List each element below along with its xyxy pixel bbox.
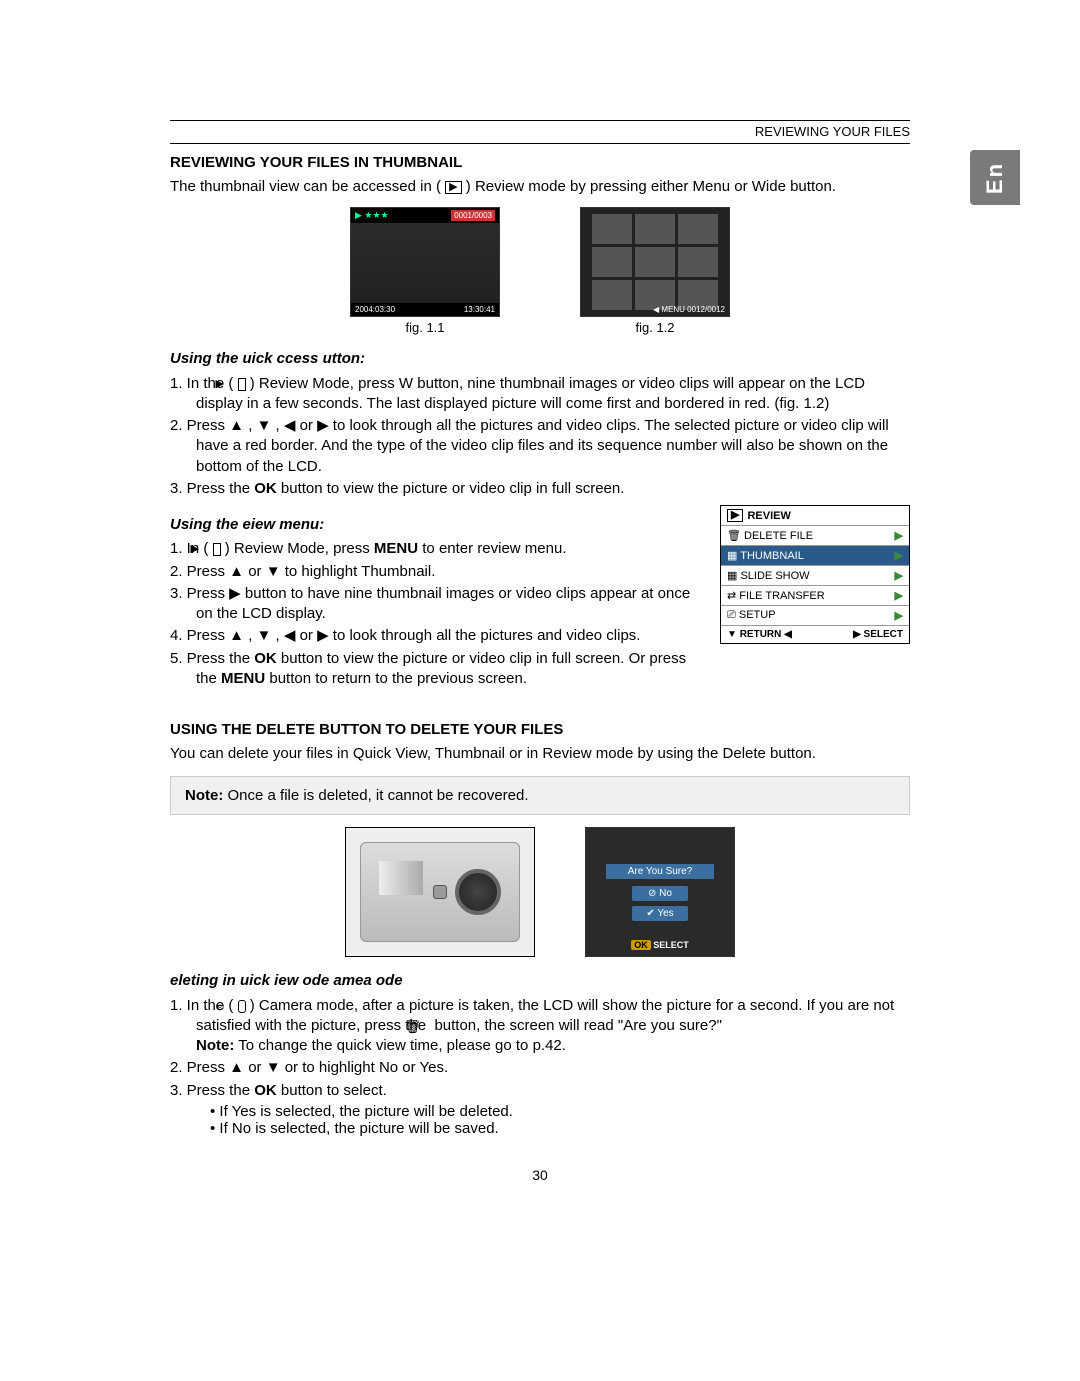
intro-thumbnail: The thumbnail view can be accessed in ( …: [170, 177, 910, 197]
page-number: 30: [170, 1167, 910, 1183]
figure-1-1: ▶ ★★★0001/0003 2004:03:3013:30:41 fig. 1…: [350, 207, 500, 335]
intro-delete: You can delete your files in Quick View,…: [170, 744, 910, 764]
del-step-1: 1. In the ( ◎ ) Camera mode, after a pic…: [170, 996, 910, 1057]
heading-quick-access: Using the uick ccess utton:: [170, 349, 910, 369]
menu-item-delete: 🗑 DELETE FILE▶: [721, 525, 909, 545]
menu-item-filetransfer: ⇄ FILE TRANSFER▶: [721, 585, 909, 605]
quick-step-2: 2. Press ▲ , ▼ , ◀ or ▶ to look through …: [170, 416, 910, 477]
eiew-step-2: 2. Press ▲ or ▼ to highlight Thumbnail.: [170, 562, 700, 582]
trash-icon: 🗑: [727, 530, 741, 542]
del-bullet-no: If No is selected, the picture will be s…: [210, 1120, 910, 1137]
transfer-icon: ⇄: [727, 590, 736, 602]
thumbnail-grid-icon: [592, 214, 718, 310]
camera-icon: ◎: [238, 1000, 246, 1013]
play-icon: ▶: [238, 378, 246, 391]
figure-1-2: ◀ MENU 0012/0012 fig. 1.2: [580, 207, 730, 335]
heading-review-menu: Using the eiew menu:: [170, 515, 700, 535]
slideshow-icon: ▦: [727, 570, 737, 582]
language-tab: En: [970, 150, 1020, 205]
figure-row: ▶ ★★★0001/0003 2004:03:3013:30:41 fig. 1…: [170, 207, 910, 335]
eiew-step-4: 4. Press ▲ , ▼ , ◀ or ▶ to look through …: [170, 626, 700, 646]
setup-icon: ⎚: [727, 609, 736, 621]
del-step-2: 2. Press ▲ or ▼ or to highlight No or Ye…: [170, 1058, 910, 1078]
eiew-step-5: 5. Press the OK button to view the pictu…: [170, 649, 700, 690]
grid-icon: ▦: [727, 550, 737, 562]
menu-item-thumbnail: ▦ THUMBNAIL▶: [721, 545, 909, 565]
quick-step-1: 1. In the ( ▶ ) Review Mode, press W but…: [170, 374, 910, 415]
header-section-ref: REVIEWING YOUR FILES: [755, 124, 910, 139]
lcd-prompt: Are You Sure? ⊘ No ✔ Yes OK SELECT: [585, 827, 735, 957]
heading-thumbnail: REVIEWING YOUR FILES IN THUMBNAIL: [170, 154, 910, 171]
menu-item-setup: ⎚ SETUP▶: [721, 605, 909, 625]
note-box: Note: Once a file is deleted, it cannot …: [170, 776, 910, 815]
delete-button-icon: [433, 885, 447, 899]
heading-deleting-quickview: eleting in uick iew ode amea ode: [170, 971, 910, 991]
play-icon: ▶: [445, 181, 461, 194]
review-menu-box: ▶ REVIEW 🗑 DELETE FILE▶ ▦ THUMBNAIL▶ ▦ S…: [720, 505, 910, 644]
heading-delete: USING THE DELETE BUTTON TO DELETE YOUR F…: [170, 721, 910, 738]
quick-step-3: 3. Press the OK button to view the pictu…: [170, 479, 910, 499]
play-icon: ▶: [727, 509, 743, 522]
eiew-step-3: 3. Press ▶ button to have nine thumbnail…: [170, 584, 700, 625]
del-step-3: 3. Press the OK button to select.: [170, 1081, 910, 1101]
menu-item-slideshow: ▦ SLIDE SHOW▶: [721, 565, 909, 585]
eiew-step-1: 1. In ( ▶ ) Review Mode, press MENU to e…: [170, 539, 700, 559]
camera-illustration: [345, 827, 535, 957]
play-icon: ▶: [213, 543, 221, 556]
del-bullet-yes: If Yes is selected, the picture will be …: [210, 1103, 910, 1120]
